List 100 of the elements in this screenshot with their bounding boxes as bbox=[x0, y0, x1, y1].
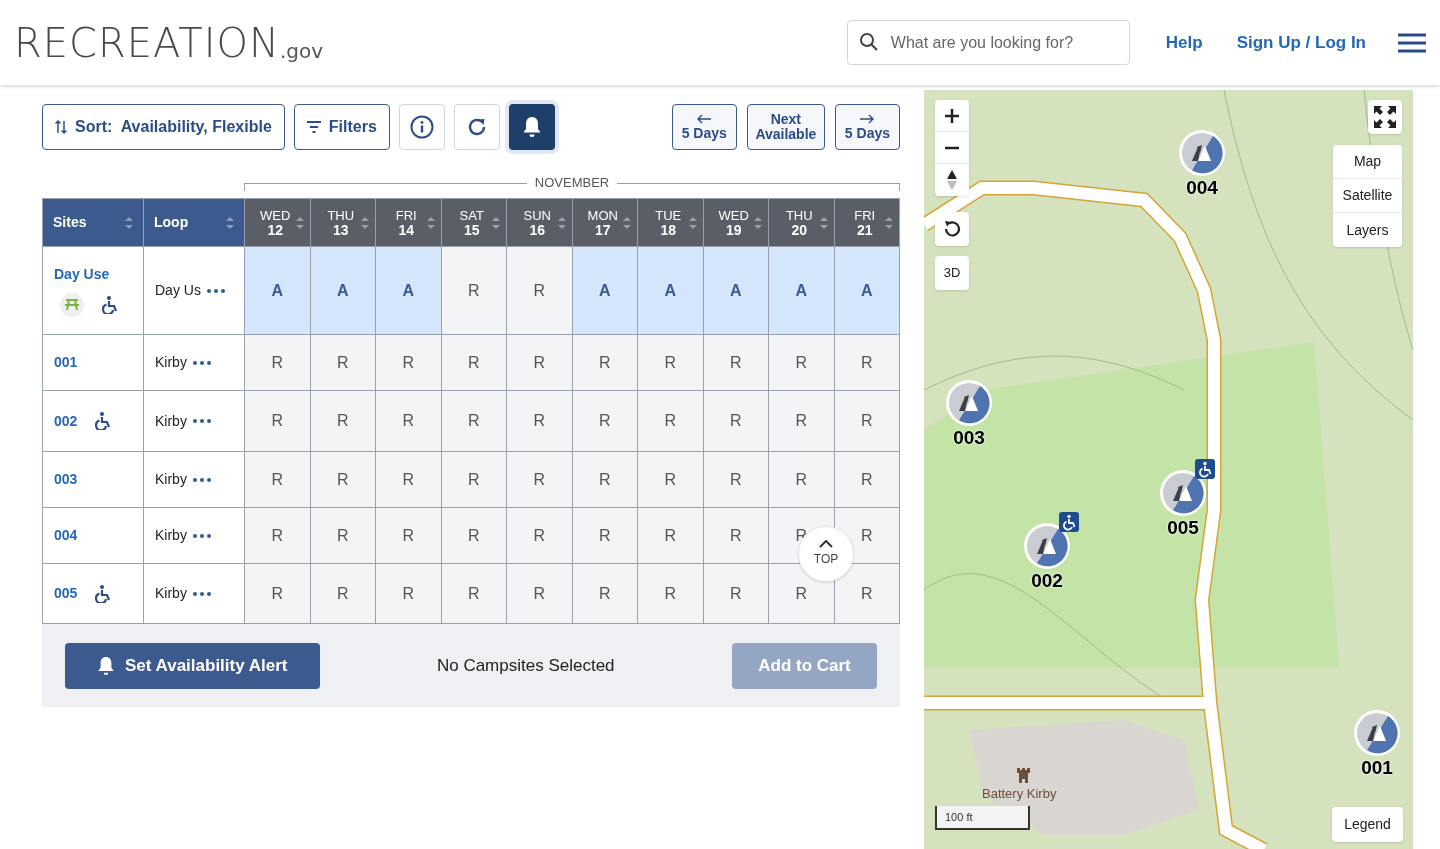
day-number[interactable]: 13 bbox=[332, 222, 349, 237]
day-number[interactable]: 19 bbox=[725, 222, 742, 237]
day-number[interactable]: 15 bbox=[463, 222, 480, 237]
reserved-cell: R bbox=[572, 335, 638, 391]
available-cell[interactable]: A bbox=[376, 247, 442, 335]
nav-link[interactable]: Help bbox=[1165, 29, 1203, 56]
campsite-marker-icon[interactable] bbox=[1023, 522, 1071, 570]
reserved-cell: R bbox=[703, 391, 769, 452]
fullscreen-button[interactable] bbox=[1368, 100, 1402, 134]
day-of-week: WED bbox=[718, 208, 749, 223]
site-link[interactable]: Day Use bbox=[54, 264, 132, 285]
available-cell[interactable]: A bbox=[769, 247, 835, 335]
reset-rotation-button[interactable] bbox=[935, 212, 969, 246]
sort-icon bbox=[492, 215, 500, 230]
more-icon[interactable] bbox=[192, 360, 211, 365]
day-number[interactable]: 14 bbox=[398, 222, 415, 237]
sort-icon bbox=[754, 215, 762, 230]
search-field[interactable]: What are you looking for? bbox=[846, 20, 1130, 65]
reserved-cell: R bbox=[245, 508, 311, 564]
day-number[interactable]: 20 bbox=[791, 222, 808, 237]
selection-status: No Campsites Selected bbox=[435, 654, 616, 677]
available-cell[interactable]: A bbox=[310, 247, 376, 335]
date-shift-button[interactable]: 5 Days bbox=[834, 104, 900, 150]
filters-button[interactable]: Filters bbox=[293, 104, 390, 150]
reserved-cell: R bbox=[310, 452, 376, 508]
campsite-marker-icon[interactable] bbox=[1178, 129, 1226, 177]
plus-icon bbox=[945, 108, 959, 123]
legend-button[interactable]: Legend bbox=[1332, 807, 1403, 842]
day-number[interactable]: 18 bbox=[660, 222, 677, 237]
day-number[interactable]: 12 bbox=[267, 222, 284, 237]
more-icon[interactable] bbox=[192, 591, 211, 596]
site-link[interactable]: 002 bbox=[54, 410, 78, 432]
refresh-button[interactable] bbox=[453, 104, 500, 150]
place-label: Battery Kirby bbox=[982, 785, 1057, 803]
more-icon[interactable] bbox=[192, 533, 211, 538]
available-cell[interactable]: A bbox=[638, 247, 704, 335]
marker-label: 001 bbox=[1361, 757, 1393, 779]
menu-icon[interactable] bbox=[1398, 32, 1426, 53]
day-number[interactable]: 16 bbox=[529, 222, 546, 237]
campsite-marker-icon[interactable] bbox=[945, 379, 993, 427]
3d-button[interactable]: 3D bbox=[935, 256, 969, 290]
reserved-cell: R bbox=[769, 391, 835, 452]
reserved-cell: R bbox=[638, 335, 704, 391]
marker-label: 005 bbox=[1167, 517, 1199, 539]
map-type-button[interactable]: Satellite bbox=[1333, 179, 1402, 213]
day-number[interactable]: 17 bbox=[594, 222, 611, 237]
loop-name: Day Us bbox=[155, 281, 201, 300]
more-icon[interactable] bbox=[206, 288, 225, 293]
more-icon[interactable] bbox=[192, 419, 211, 423]
reserved-cell: R bbox=[834, 452, 900, 508]
month-label: NOVEMBER bbox=[533, 174, 611, 193]
day-of-week: SAT bbox=[459, 208, 484, 223]
day-of-week: THU bbox=[327, 208, 355, 223]
day-of-week: THU bbox=[785, 208, 813, 223]
reserved-cell: R bbox=[703, 564, 769, 624]
map-type-button[interactable]: Map bbox=[1333, 145, 1402, 179]
sort-icon bbox=[623, 215, 631, 230]
sort-icon bbox=[885, 215, 893, 230]
reserved-cell: R bbox=[310, 335, 376, 391]
minus-icon bbox=[945, 145, 959, 150]
chevron-up-icon bbox=[819, 540, 833, 548]
date-shift-button[interactable]: 5 Days bbox=[671, 104, 737, 150]
column-header[interactable]: Loop bbox=[154, 212, 189, 233]
day-of-week: FRI bbox=[854, 208, 876, 223]
sort-button[interactable]: Sort: Availability, Flexible bbox=[42, 104, 285, 150]
nav-link[interactable]: Sign Up / Log In bbox=[1236, 29, 1366, 56]
reserved-cell: R bbox=[834, 335, 900, 391]
site-link[interactable]: 004 bbox=[54, 525, 78, 546]
set-alert-button[interactable]: Set Availability Alert bbox=[65, 642, 320, 689]
logo-text[interactable]: RECREATION bbox=[14, 22, 280, 63]
day-number[interactable]: 21 bbox=[856, 222, 873, 237]
reserved-cell: R bbox=[507, 452, 573, 508]
rotate-icon bbox=[942, 219, 962, 239]
site-link[interactable]: 001 bbox=[54, 352, 78, 373]
loop-name: Kirby bbox=[155, 526, 187, 545]
campsite-marker-icon[interactable] bbox=[1159, 469, 1207, 517]
map-type-button[interactable]: Layers bbox=[1333, 213, 1402, 247]
site-link[interactable]: 003 bbox=[54, 469, 78, 490]
reserved-cell: R bbox=[638, 391, 704, 452]
reserved-cell: R bbox=[441, 335, 507, 391]
reserved-cell: R bbox=[769, 335, 835, 391]
sort-icon bbox=[426, 215, 435, 230]
sort-icon bbox=[819, 215, 828, 230]
available-cell[interactable]: A bbox=[245, 247, 311, 335]
available-cell[interactable]: A bbox=[703, 247, 769, 335]
reserved-cell: R bbox=[376, 391, 442, 452]
reserved-cell: R bbox=[245, 335, 311, 391]
available-cell[interactable]: A bbox=[834, 247, 900, 335]
next-available-button[interactable]: Next Available bbox=[746, 104, 825, 150]
reserved-cell: R bbox=[507, 247, 573, 335]
sort-icon bbox=[295, 215, 304, 230]
more-icon[interactable] bbox=[192, 477, 211, 482]
reserved-cell: R bbox=[310, 391, 376, 452]
column-header[interactable]: Sites bbox=[53, 212, 87, 233]
campsite-marker-icon[interactable] bbox=[1353, 709, 1401, 757]
site-link[interactable]: 005 bbox=[54, 583, 78, 604]
info-button[interactable] bbox=[398, 104, 445, 150]
reserved-cell: R bbox=[310, 564, 376, 624]
available-cell[interactable]: A bbox=[572, 247, 638, 335]
loop-name: Kirby bbox=[155, 353, 187, 372]
